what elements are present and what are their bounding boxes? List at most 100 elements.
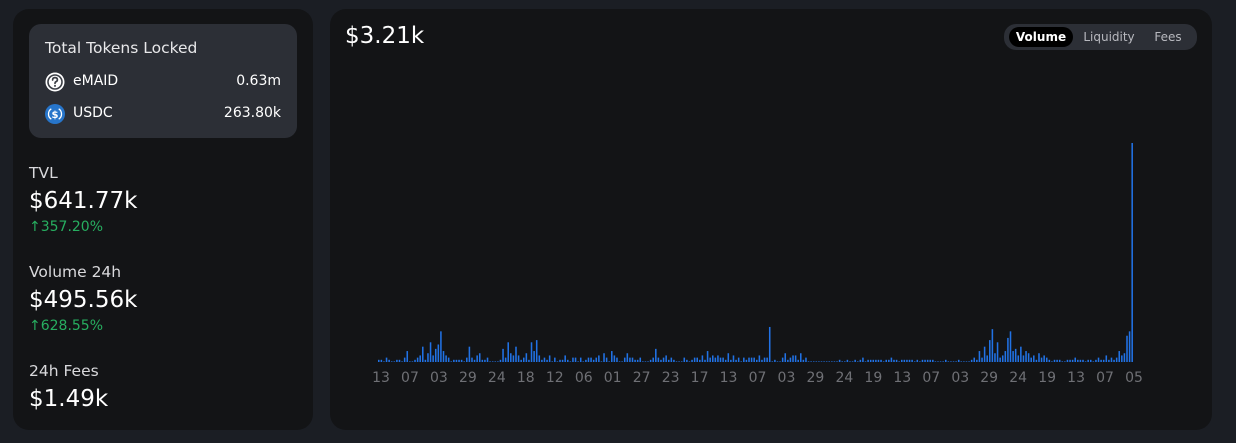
chart-bar[interactable]	[548, 355, 551, 362]
chart-bar[interactable]	[683, 357, 686, 362]
chart-bar[interactable]	[960, 361, 963, 362]
token-row-usdc[interactable]: $ USDC 263.80k	[45, 104, 281, 124]
chart-bar[interactable]	[603, 353, 605, 362]
chart-bar[interactable]	[1115, 357, 1118, 362]
chart-bar[interactable]	[1126, 335, 1128, 362]
chart-bar[interactable]	[510, 353, 512, 362]
chart-bar[interactable]	[598, 355, 600, 362]
chart-bar[interactable]	[486, 357, 489, 362]
chart-bar[interactable]	[525, 353, 528, 362]
chart-bar[interactable]	[706, 351, 709, 362]
chart-bar[interactable]	[639, 357, 642, 362]
chart-bar[interactable]	[517, 355, 520, 362]
chart-bar[interactable]	[911, 359, 913, 362]
chart-bar[interactable]	[735, 359, 737, 362]
chart-bar[interactable]	[709, 357, 711, 362]
chart-bar[interactable]	[833, 361, 836, 362]
chart-bar[interactable]	[1095, 359, 1097, 362]
chart-bar[interactable]	[779, 361, 781, 362]
chart-bar[interactable]	[908, 359, 911, 362]
chart-bar[interactable]	[688, 361, 691, 362]
chart-bar[interactable]	[805, 357, 807, 362]
chart-bar[interactable]	[932, 359, 934, 362]
chart-bar[interactable]	[579, 357, 582, 362]
chart-bar[interactable]	[1102, 359, 1105, 362]
chart-bar[interactable]	[1035, 359, 1038, 362]
chart-bar[interactable]	[691, 359, 693, 362]
chart-bar[interactable]	[784, 353, 787, 362]
chart-bar[interactable]	[644, 361, 647, 362]
chart-bar[interactable]	[724, 359, 727, 362]
chart-bar[interactable]	[810, 361, 812, 362]
chart-bar[interactable]	[424, 359, 427, 362]
chart-bar[interactable]	[983, 346, 986, 362]
chart-bar[interactable]	[533, 351, 535, 362]
chart-bar[interactable]	[699, 359, 701, 362]
chart-bar[interactable]	[569, 361, 572, 362]
chart-bar[interactable]	[1033, 355, 1035, 362]
chart-bar[interactable]	[670, 357, 673, 362]
chart-bar[interactable]	[913, 361, 916, 362]
chart-bar[interactable]	[745, 359, 748, 362]
chart-bar[interactable]	[649, 359, 652, 362]
chart-bar[interactable]	[1108, 359, 1110, 362]
chart-bar[interactable]	[937, 361, 939, 362]
chart-bar[interactable]	[385, 357, 388, 362]
chart-bar[interactable]	[758, 355, 761, 362]
chart-bar[interactable]	[463, 361, 465, 362]
chart-bar[interactable]	[393, 361, 396, 362]
chart-bar[interactable]	[546, 359, 548, 362]
chart-bar[interactable]	[823, 361, 825, 362]
chart-bar[interactable]	[473, 359, 476, 362]
chart-bar[interactable]	[794, 355, 797, 362]
chart-bar[interactable]	[538, 355, 541, 362]
chart-bar[interactable]	[476, 355, 478, 362]
chart-bar[interactable]	[675, 361, 678, 362]
chart-bar[interactable]	[934, 361, 937, 362]
chart-bar[interactable]	[1084, 361, 1087, 362]
chart-bar[interactable]	[818, 361, 820, 362]
chart-bar[interactable]	[1064, 361, 1066, 362]
chart-bar[interactable]	[1131, 143, 1133, 362]
chart-bar[interactable]	[605, 357, 608, 362]
chart-bar[interactable]	[831, 361, 833, 362]
chart-bar[interactable]	[494, 361, 497, 362]
chart-bar[interactable]	[600, 361, 603, 362]
chart-bar[interactable]	[388, 359, 390, 362]
chart-bar[interactable]	[719, 357, 722, 362]
chart-bar[interactable]	[455, 359, 458, 362]
chart-bar[interactable]	[678, 361, 680, 362]
chart-bar[interactable]	[484, 359, 486, 362]
chart-bar[interactable]	[613, 355, 616, 362]
chart-bar[interactable]	[1100, 359, 1102, 362]
chart-bar[interactable]	[466, 357, 468, 362]
chart-bar[interactable]	[1123, 353, 1126, 362]
chart-bar[interactable]	[906, 359, 908, 362]
chart-bar[interactable]	[875, 359, 877, 362]
chart-bar[interactable]	[970, 359, 973, 362]
chart-bar[interactable]	[856, 361, 859, 362]
chart-bar[interactable]	[1066, 359, 1069, 362]
chart-bar[interactable]	[1087, 359, 1089, 362]
chart-bar[interactable]	[880, 359, 882, 362]
chart-bar[interactable]	[406, 351, 409, 362]
chart-bar[interactable]	[952, 361, 955, 362]
chart-bar[interactable]	[1097, 357, 1100, 362]
chart-bar[interactable]	[561, 359, 564, 362]
chart-bar[interactable]	[1022, 355, 1025, 362]
chart-bar[interactable]	[478, 353, 481, 362]
chart-bar[interactable]	[468, 346, 471, 362]
chart-bar[interactable]	[730, 359, 732, 362]
chart-bar[interactable]	[429, 342, 432, 362]
chart-bar[interactable]	[1121, 355, 1123, 362]
chart-bar[interactable]	[768, 326, 771, 362]
chart-bar[interactable]	[939, 361, 942, 362]
chart-bar[interactable]	[717, 355, 719, 362]
chart-bar[interactable]	[416, 357, 419, 362]
chart-bar[interactable]	[771, 361, 774, 362]
chart-bar[interactable]	[872, 359, 875, 362]
chart-bar[interactable]	[942, 361, 944, 362]
chart-bar[interactable]	[867, 359, 869, 362]
chart-bar[interactable]	[854, 359, 856, 362]
chart-bar[interactable]	[844, 361, 846, 362]
